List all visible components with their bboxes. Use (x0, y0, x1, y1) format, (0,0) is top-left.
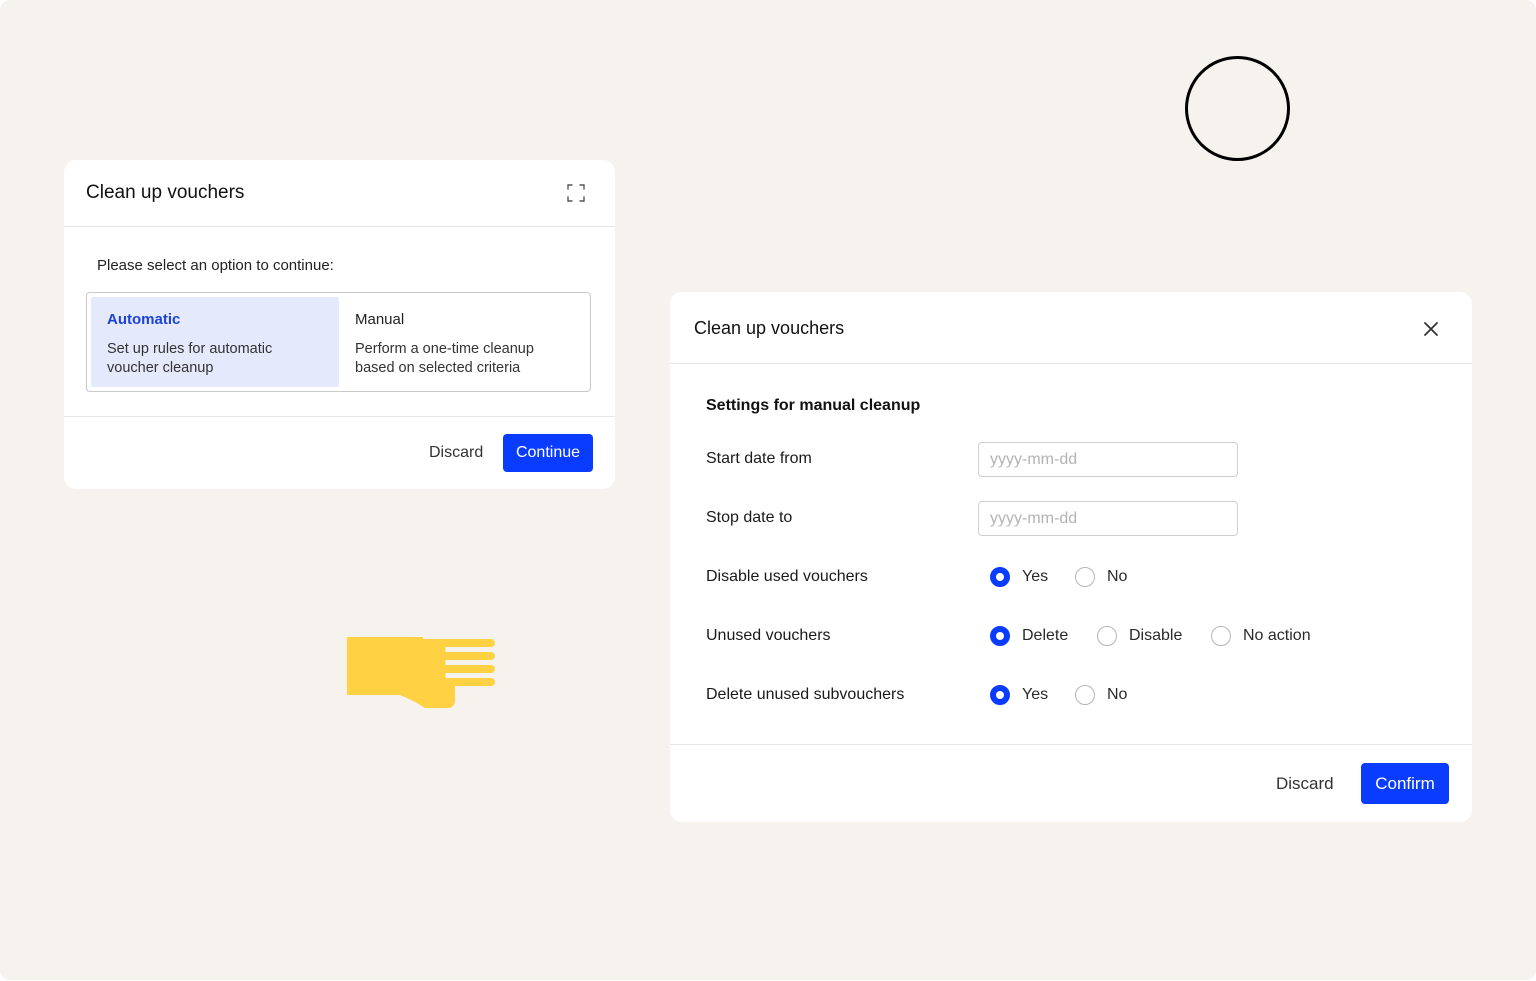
radio-disable-used-yes[interactable]: Yes (990, 567, 1048, 587)
expand-corners-icon[interactable] (567, 184, 585, 202)
dialog-footer: Discard Continue (64, 416, 615, 489)
radio-label: Yes (1022, 568, 1049, 585)
radio-disable-used-no[interactable]: No (1075, 567, 1127, 587)
radio-dot (990, 567, 1010, 587)
discard-button[interactable]: Discard (429, 444, 483, 462)
continue-button[interactable]: Continue (503, 434, 593, 472)
circle-outline-icon (1185, 56, 1290, 161)
manual-cleanup-dialog: Clean up vouchers Settings for manual cl… (670, 292, 1472, 822)
radio-label: Delete (1022, 627, 1069, 644)
dialog-header: Clean up vouchers (670, 292, 1472, 364)
radio-unused-delete[interactable]: Delete (990, 626, 1068, 646)
option-title: Manual (355, 311, 405, 328)
radio-unused-disable[interactable]: Disable (1097, 626, 1182, 646)
stop-date-label: Stop date to (706, 509, 793, 526)
confirm-button[interactable]: Confirm (1361, 763, 1449, 804)
option-automatic[interactable]: Automatic Set up rules for automatic vou… (91, 297, 339, 387)
close-icon[interactable] (1422, 320, 1440, 338)
dialog-title: Clean up vouchers (86, 182, 245, 203)
option-title: Automatic (107, 311, 181, 328)
radio-subvouchers-yes[interactable]: Yes (990, 685, 1048, 705)
section-title: Settings for manual cleanup (706, 397, 921, 414)
delete-subvouchers-label: Delete unused subvouchers (706, 686, 905, 703)
radio-dot (990, 626, 1010, 646)
discard-button[interactable]: Discard (1276, 774, 1334, 794)
pointing-hand-icon (347, 637, 495, 708)
unused-vouchers-label: Unused vouchers (706, 627, 831, 644)
disable-used-label: Disable used vouchers (706, 568, 868, 585)
dialog-prompt: Please select an option to continue: (97, 257, 334, 274)
start-date-label: Start date from (706, 450, 812, 467)
radio-label: Yes (1022, 686, 1049, 703)
cleanup-mode-selector: Automatic Set up rules for automatic vou… (86, 292, 591, 392)
radio-dot (1097, 626, 1117, 646)
radio-subvouchers-no[interactable]: No (1075, 685, 1127, 705)
stop-date-input[interactable] (978, 501, 1238, 536)
option-manual[interactable]: Manual Perform a one-time cleanup based … (339, 297, 587, 387)
radio-label: No action (1243, 627, 1311, 644)
radio-dot (990, 685, 1010, 705)
start-date-input[interactable] (978, 442, 1238, 477)
select-option-dialog: Clean up vouchers Please select an optio… (64, 160, 615, 489)
radio-label: No (1107, 568, 1128, 585)
dialog-header: Clean up vouchers (64, 160, 615, 227)
option-description: Set up rules for automatic voucher clean… (107, 341, 273, 376)
radio-label: No (1107, 686, 1128, 703)
option-description: Perform a one-time cleanup based on sele… (355, 341, 534, 376)
radio-dot (1211, 626, 1231, 646)
dialog-title: Clean up vouchers (694, 318, 845, 338)
radio-dot (1075, 567, 1095, 587)
radio-label: Disable (1129, 627, 1183, 644)
radio-unused-no-action[interactable]: No action (1211, 626, 1311, 646)
dialog-footer: Discard Confirm (670, 744, 1472, 822)
radio-dot (1075, 685, 1095, 705)
